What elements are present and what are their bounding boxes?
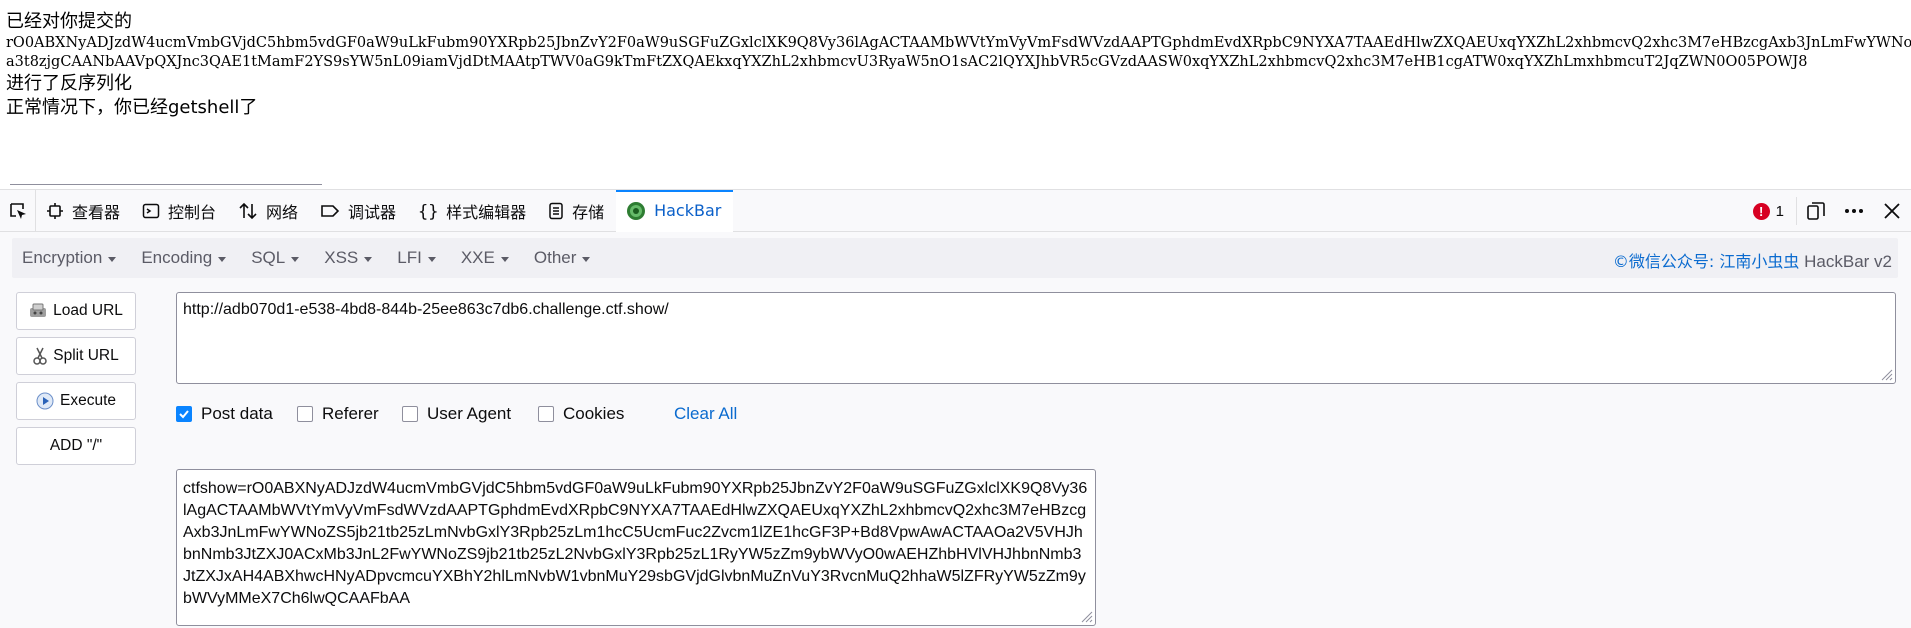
resize-grip-icon[interactable]: [1081, 611, 1093, 623]
menu-encoding[interactable]: Encoding: [141, 248, 227, 268]
menu-label: XSS: [324, 248, 359, 267]
serialized-payload-line-2: a3t8zjgCAANbAAVpQXJnc3QAE1tMamF2YS9sYW5n…: [6, 54, 1808, 70]
svg-text:{}: {}: [418, 202, 438, 220]
post-data-checkbox[interactable]: Post data: [176, 404, 273, 424]
referer-checkbox[interactable]: Referer: [297, 404, 379, 424]
checkbox-checked-icon: [176, 406, 192, 422]
error-count-badge[interactable]: ! 1: [1741, 197, 1797, 225]
scissors-icon: [33, 347, 48, 365]
add-slash-button[interactable]: ADD "/": [16, 427, 136, 465]
post-body-input[interactable]: ctfshow=rO0ABXNyADJzdW4ucmVmbGVjdC5hbm5v…: [176, 469, 1096, 626]
menu-label: Other: [533, 248, 577, 267]
checkbox-label: Post data: [201, 404, 273, 423]
menu-xxe[interactable]: XXE: [461, 248, 509, 268]
user-agent-checkbox[interactable]: User Agent: [402, 404, 511, 424]
message-line-deserialized: 进行了反序列化: [6, 73, 132, 94]
network-icon: [239, 202, 257, 219]
tab-network[interactable]: 网络: [228, 190, 310, 232]
tab-label: 样式编辑器: [446, 202, 527, 222]
chevron-down-icon: [582, 256, 591, 262]
chevron-down-icon: [218, 256, 227, 262]
credit-version: HackBar v2: [1799, 252, 1892, 271]
tab-style-editor[interactable]: {} 样式编辑器: [408, 190, 538, 232]
hackbar-menu: Encryption Encoding SQL XSS LFI XXE Othe…: [12, 238, 1898, 278]
menu-label: LFI: [397, 248, 422, 267]
checkbox-unchecked-icon: [538, 406, 554, 422]
error-count: 1: [1775, 202, 1784, 220]
message-line-submitted: 已经对你提交的: [6, 11, 132, 32]
button-label: ADD "/": [49, 437, 103, 454]
tab-hackbar[interactable]: HackBar: [616, 189, 734, 232]
devtools-tabbar: 查看器 控制台 网络 调试器 {} 样式编辑器 存储 HackBar ! 1: [0, 189, 1911, 232]
menu-label: XXE: [460, 248, 495, 267]
tabbar-right-controls: ! 1: [1741, 190, 1911, 232]
checkbox-label: Cookies: [563, 404, 625, 423]
load-url-icon: [30, 303, 47, 317]
message-line-getshell: 正常情况下，你已经getshell了: [6, 97, 258, 118]
close-icon: [1884, 203, 1900, 219]
url-input[interactable]: http://adb070d1-e538-4bd8-844b-25ee863c7…: [176, 292, 1896, 384]
tab-label: 网络: [266, 202, 299, 222]
menu-encryption[interactable]: Encryption: [22, 248, 117, 268]
chevron-down-icon: [500, 256, 509, 262]
hackbar-icon: [627, 201, 646, 220]
chevron-down-icon: [108, 256, 117, 262]
debugger-icon: [321, 204, 340, 217]
checkbox-label: User Agent: [427, 404, 512, 423]
console-icon: [142, 203, 160, 218]
menu-xss[interactable]: XSS: [324, 248, 373, 268]
menu-sql[interactable]: SQL: [251, 248, 300, 268]
tab-inspector[interactable]: 查看器: [36, 190, 132, 232]
tab-label: HackBar: [654, 201, 722, 220]
split-url-button[interactable]: Split URL: [16, 337, 136, 375]
more-options-icon: [1845, 209, 1863, 213]
clear-all-link[interactable]: Clear All: [674, 404, 737, 424]
execute-button[interactable]: Execute: [16, 382, 136, 420]
more-options-button[interactable]: [1835, 190, 1873, 232]
page-output: 已经对你提交的 rO0ABXNyADJzdW4ucmVmbGVjdC5hbm5v…: [0, 0, 1911, 189]
element-picker-button[interactable]: [0, 189, 36, 232]
tab-console[interactable]: 控制台: [132, 190, 228, 232]
element-picker-icon: [9, 202, 26, 219]
post-body-value: ctfshow=rO0ABXNyADJzdW4ucmVmbGVjdC5hbm5v…: [183, 480, 1088, 607]
tab-label: 存储: [572, 202, 605, 222]
menu-label: SQL: [251, 248, 286, 267]
checkbox-unchecked-icon: [297, 406, 313, 422]
error-icon: !: [1752, 202, 1770, 220]
inspector-icon: [47, 202, 63, 219]
tab-label: 调试器: [348, 202, 397, 222]
devtools-panel: 查看器 控制台 网络 调试器 {} 样式编辑器 存储 HackBar ! 1 E…: [0, 189, 1911, 628]
button-label: Split URL: [53, 347, 119, 364]
load-url-button[interactable]: Load URL: [16, 292, 136, 330]
chevron-down-icon: [364, 256, 373, 262]
chevron-down-icon: [291, 256, 300, 262]
dock-side-icon: [1807, 202, 1825, 220]
tab-label: 控制台: [168, 202, 217, 222]
checkbox-unchecked-icon: [402, 406, 418, 422]
cookies-checkbox[interactable]: Cookies: [538, 404, 624, 424]
storage-icon: [549, 202, 563, 219]
credit-wechat: ©微信公众号: 江南小虫虫: [1612, 252, 1800, 271]
menu-label: Encryption: [22, 248, 103, 267]
tab-storage[interactable]: 存储: [538, 190, 616, 232]
hackbar-credit[interactable]: ©微信公众号: 江南小虫虫 HackBar v2: [1613, 248, 1892, 272]
url-value: http://adb070d1-e538-4bd8-844b-25ee863c7…: [183, 301, 669, 318]
serialized-payload-line-1: rO0ABXNyADJzdW4ucmVmbGVjdC5hbm5vdGF0aW9u…: [6, 35, 1911, 51]
resize-grip-icon[interactable]: [1881, 369, 1893, 381]
menu-label: Encoding: [141, 248, 213, 267]
menu-lfi[interactable]: LFI: [397, 248, 436, 268]
style-editor-icon: {}: [418, 202, 438, 220]
button-label: Load URL: [53, 302, 123, 319]
tab-label: 查看器: [72, 202, 121, 222]
play-icon: [36, 392, 54, 410]
button-label: Execute: [59, 392, 116, 409]
close-devtools-button[interactable]: [1873, 190, 1911, 232]
horizontal-rule: [10, 184, 322, 185]
chevron-down-icon: [427, 256, 436, 262]
dock-toggle-button[interactable]: [1797, 190, 1835, 232]
menu-other[interactable]: Other: [534, 248, 591, 268]
tab-debugger[interactable]: 调试器: [310, 190, 408, 232]
checkbox-label: Referer: [322, 404, 379, 423]
